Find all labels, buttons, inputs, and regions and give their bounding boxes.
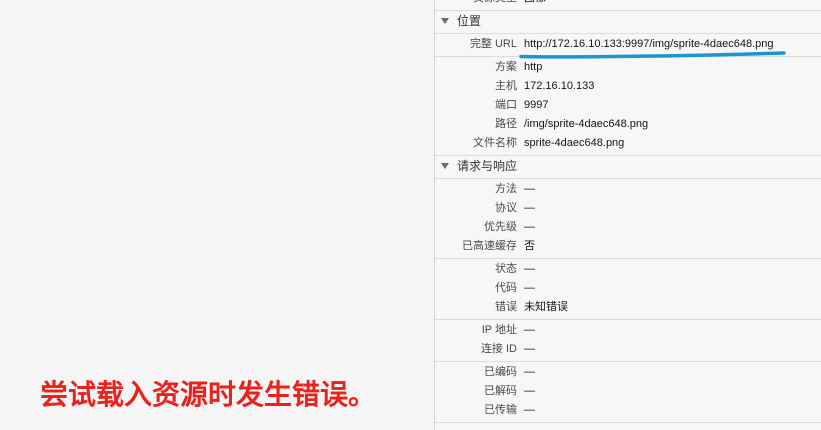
connection-group: IP 地址 — 连接 ID — bbox=[435, 320, 821, 362]
resource-content-area: 尝试载入资源时发生错误。 bbox=[0, 0, 434, 430]
full-url-row: 完整 URL http://172.16.10.133:9997/img/spr… bbox=[435, 35, 821, 54]
status-value: — bbox=[524, 263, 535, 275]
summary-group: 资源类型 图像 bbox=[435, 0, 821, 11]
path-value: /img/sprite-4daec648.png bbox=[524, 118, 649, 130]
port-value: 9997 bbox=[524, 99, 549, 111]
encoded-value: — bbox=[524, 366, 535, 378]
section-header-request-response[interactable]: 请求与响应 bbox=[435, 156, 821, 179]
port-row: 端口 9997 bbox=[435, 96, 821, 115]
code-label: 代码 bbox=[495, 282, 517, 294]
method-label: 方法 bbox=[495, 183, 517, 195]
connection-id-value: — bbox=[524, 343, 535, 355]
connection-id-label: 连接 ID bbox=[480, 343, 517, 355]
decoded-label: 已解码 bbox=[484, 385, 517, 397]
ip-address-value: — bbox=[524, 324, 535, 336]
priority-value: — bbox=[524, 221, 535, 233]
decoded-row: 已解码 — bbox=[435, 382, 821, 401]
host-value: 172.16.10.133 bbox=[524, 80, 595, 92]
encoded-row: 已编码 — bbox=[435, 363, 821, 382]
error-value: 未知错误 bbox=[524, 301, 568, 313]
scheme-row: 方案 http bbox=[435, 58, 821, 77]
response-status-group: 状态 — 代码 — 错误 未知错误 bbox=[435, 259, 821, 320]
error-message: 尝试载入资源时发生错误。 bbox=[40, 379, 377, 410]
path-row: 路径 /img/sprite-4daec648.png bbox=[435, 115, 821, 134]
decoded-value: — bbox=[524, 385, 535, 397]
protocol-label: 协议 bbox=[495, 202, 517, 214]
protocol-value: — bbox=[524, 202, 535, 214]
resource-type-value: 图像 bbox=[524, 0, 546, 8]
path-label: 路径 bbox=[495, 118, 517, 130]
port-label: 端口 bbox=[495, 99, 517, 111]
filename-row: 文件名称 sprite-4daec648.png bbox=[435, 134, 821, 153]
resource-type-label: 资源类型 bbox=[435, 0, 517, 8]
filename-label: 文件名称 bbox=[473, 137, 517, 149]
cached-row: 已高速缓存 否 bbox=[435, 237, 821, 256]
request-group: 方法 — 协议 — 优先级 — 已高速缓存 否 bbox=[435, 179, 821, 259]
host-label: 主机 bbox=[495, 80, 517, 92]
priority-row: 优先级 — bbox=[435, 218, 821, 237]
protocol-row: 协议 — bbox=[435, 199, 821, 218]
error-label: 错误 bbox=[495, 301, 517, 313]
url-parts-group: 方案 http 主机 172.16.10.133 端口 9997 路径 /img… bbox=[435, 57, 821, 156]
status-label: 状态 bbox=[495, 263, 517, 275]
size-group: 已编码 — 已解码 — 已传输 — bbox=[435, 362, 821, 423]
code-value: — bbox=[524, 282, 535, 294]
connection-id-row: 连接 ID — bbox=[435, 340, 821, 359]
method-row: 方法 — bbox=[435, 180, 821, 199]
status-row: 状态 — bbox=[435, 260, 821, 279]
cached-value: 否 bbox=[524, 240, 535, 252]
section-title-location: 位置 bbox=[457, 14, 482, 28]
priority-label: 优先级 bbox=[484, 221, 517, 233]
scheme-label: 方案 bbox=[495, 61, 517, 73]
full-url-label: 完整 URL bbox=[469, 38, 517, 50]
method-value: — bbox=[524, 183, 535, 195]
resource-details-sidebar: 资源类型 图像 位置 完整 URL http://172.16.10.133:9… bbox=[435, 0, 821, 430]
ip-address-label: IP 地址 bbox=[481, 324, 517, 336]
disclosure-triangle-icon bbox=[441, 18, 449, 24]
scheme-value: http bbox=[524, 61, 543, 73]
host-row: 主机 172.16.10.133 bbox=[435, 77, 821, 96]
section-title-request-response: 请求与响应 bbox=[457, 159, 518, 173]
disclosure-triangle-icon bbox=[441, 163, 449, 169]
transferred-row: 已传输 — bbox=[435, 401, 821, 420]
full-url-value: http://172.16.10.133:9997/img/sprite-4da… bbox=[524, 38, 774, 50]
encoded-label: 已编码 bbox=[484, 366, 517, 378]
ip-address-row: IP 地址 — bbox=[435, 321, 821, 340]
cached-label: 已高速缓存 bbox=[462, 240, 517, 252]
section-header-location[interactable]: 位置 bbox=[435, 11, 821, 34]
details-content: 资源类型 图像 位置 完整 URL http://172.16.10.133:9… bbox=[435, 0, 821, 423]
transferred-label: 已传输 bbox=[484, 404, 517, 416]
resource-type-row: 资源类型 图像 bbox=[435, 0, 821, 8]
error-row: 错误 未知错误 bbox=[435, 298, 821, 317]
full-url-group: 完整 URL http://172.16.10.133:9997/img/spr… bbox=[435, 34, 821, 57]
code-row: 代码 — bbox=[435, 279, 821, 298]
filename-value: sprite-4daec648.png bbox=[524, 137, 625, 149]
transferred-value: — bbox=[524, 404, 535, 416]
